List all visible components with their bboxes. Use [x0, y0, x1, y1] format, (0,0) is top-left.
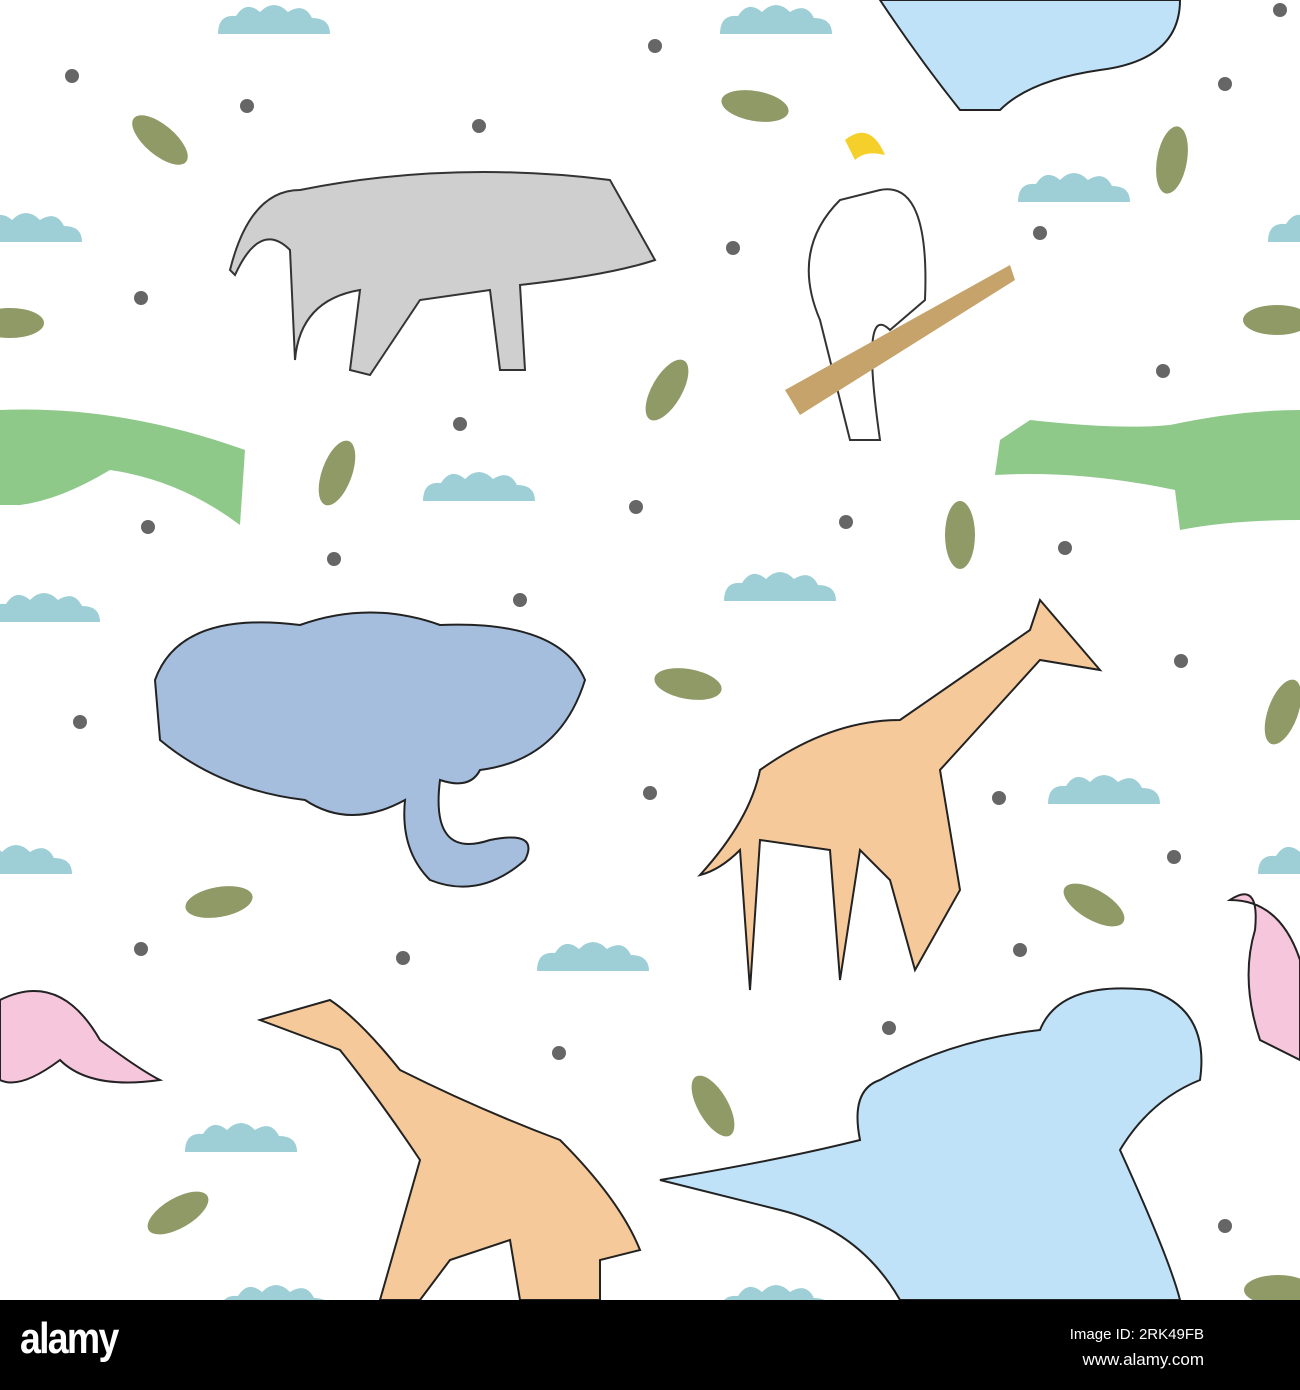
dot — [73, 715, 87, 729]
giraffe — [256, 998, 642, 1300]
dot — [1167, 850, 1181, 864]
dot — [396, 951, 410, 965]
leaf — [185, 886, 253, 918]
dot — [992, 791, 1006, 805]
cloud — [1258, 846, 1300, 874]
crocodile — [995, 410, 1300, 530]
cloud — [1268, 214, 1300, 242]
cloud — [1048, 775, 1160, 804]
cloud — [537, 942, 649, 971]
cloud — [0, 845, 72, 874]
dot — [629, 500, 643, 514]
dot — [1218, 77, 1232, 91]
elephant — [153, 611, 587, 888]
dot — [643, 786, 657, 800]
cloud — [724, 572, 836, 601]
dot — [839, 515, 853, 529]
leaf — [1244, 1275, 1300, 1300]
dot — [1058, 541, 1072, 555]
cloud — [0, 213, 82, 242]
dot — [134, 942, 148, 956]
leaf — [1243, 305, 1300, 335]
dot — [1218, 1219, 1232, 1233]
animal-pattern-illustration — [0, 0, 1300, 1300]
leaf — [1264, 679, 1300, 745]
image-id: Image ID: 2RK49FB — [1069, 1326, 1204, 1343]
crocodile — [0, 409, 245, 525]
alamy-logo: alamy — [20, 1314, 119, 1363]
flamingo — [0, 990, 164, 1084]
dot — [726, 241, 740, 255]
leaf — [1156, 126, 1188, 194]
dot — [327, 552, 341, 566]
dot — [1273, 3, 1287, 17]
giraffe — [697, 598, 1103, 991]
dot — [65, 69, 79, 83]
leaf — [654, 668, 722, 700]
zebra — [228, 171, 657, 377]
dot — [472, 119, 486, 133]
cockatoo — [807, 188, 927, 441]
leaf — [318, 440, 356, 506]
leaf — [0, 308, 44, 338]
dot — [453, 417, 467, 431]
dot — [240, 99, 254, 113]
leaf — [721, 90, 789, 122]
leaf — [645, 359, 689, 421]
leaf — [945, 501, 975, 569]
dot — [648, 39, 662, 53]
dot — [1013, 943, 1027, 957]
cloud — [0, 593, 100, 622]
flamingo — [1226, 893, 1300, 1062]
cloud — [218, 5, 330, 34]
hippo — [659, 987, 1203, 1300]
cloud — [423, 472, 535, 501]
leaf — [147, 1191, 209, 1235]
cockatoo-crest — [845, 132, 885, 160]
leaf — [1063, 883, 1125, 927]
hippo — [878, 0, 1182, 111]
dot — [552, 1046, 566, 1060]
dot — [1174, 654, 1188, 668]
cloud — [724, 1285, 825, 1300]
dot — [882, 1021, 896, 1035]
cloud — [720, 5, 832, 34]
cloud — [1018, 173, 1130, 202]
dot — [134, 291, 148, 305]
leaf — [691, 1075, 735, 1137]
dot — [1033, 226, 1047, 240]
dot — [513, 593, 527, 607]
site-url: www.alamy.com — [1082, 1350, 1204, 1369]
cloud — [185, 1123, 297, 1152]
leaf — [132, 115, 188, 165]
dot — [1156, 364, 1170, 378]
cloud — [224, 1285, 325, 1300]
dot — [141, 520, 155, 534]
watermark-footer: alamy Image ID: 2RK49FB www.alamy.com — [0, 1300, 1300, 1390]
